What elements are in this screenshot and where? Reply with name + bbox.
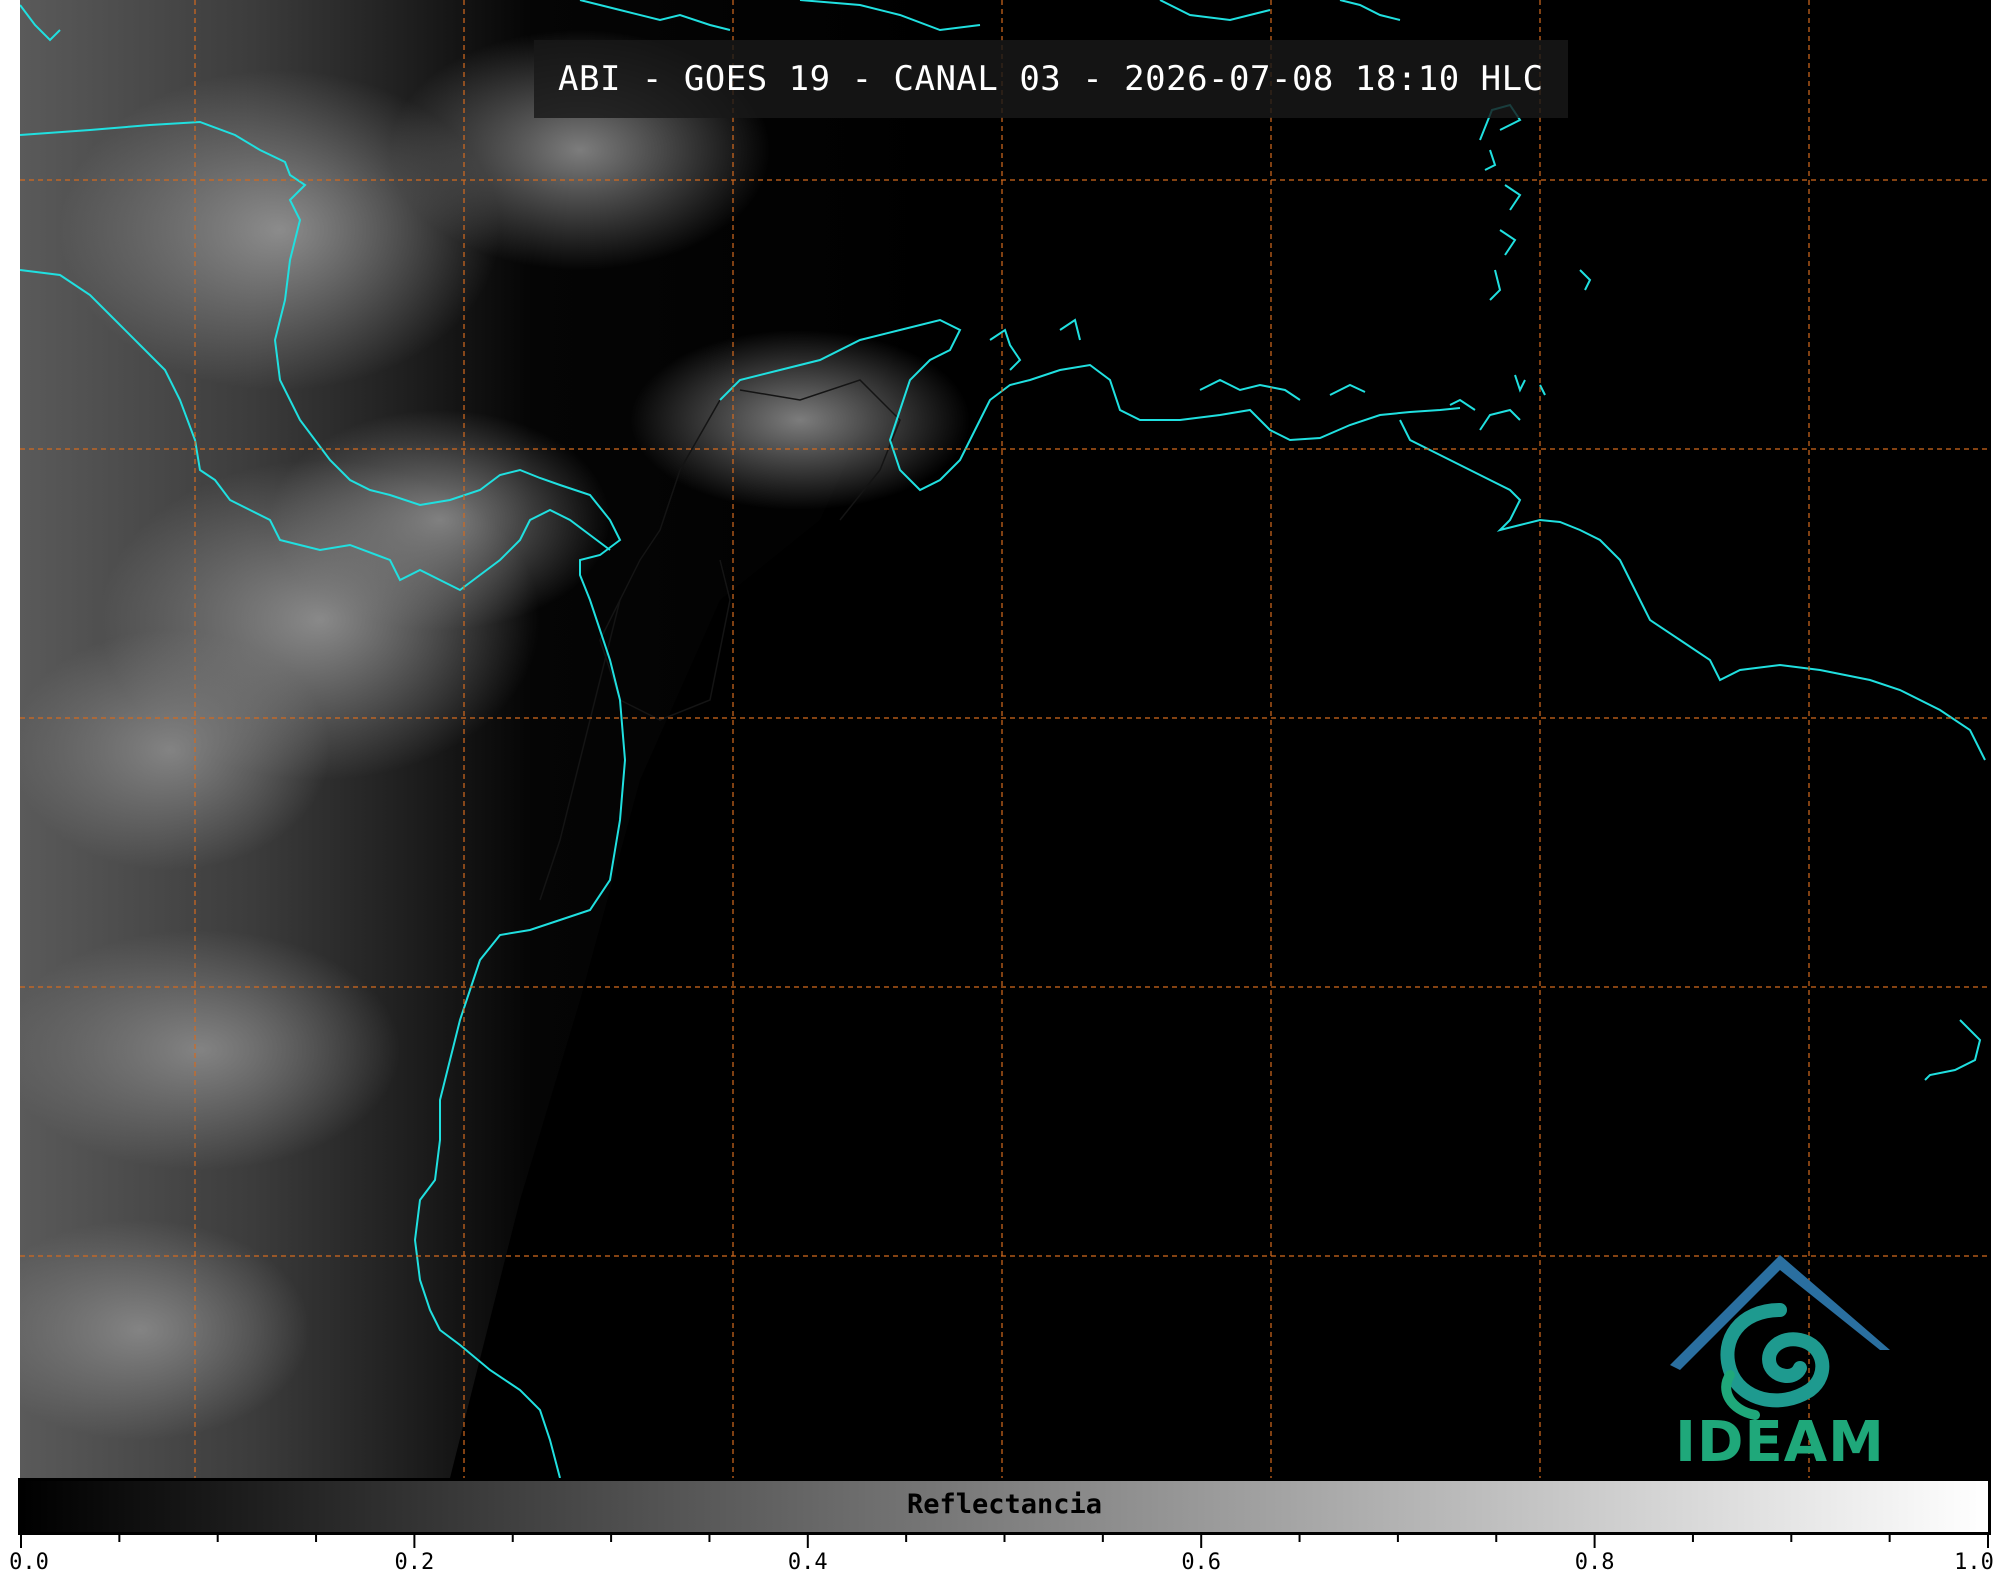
colorbar-tick-label: 0.8 <box>1574 1550 1615 1575</box>
colorbar-tick-label: 0.0 <box>9 1550 49 1575</box>
ideam-logo-icon <box>1670 1255 1890 1420</box>
colorbar-tick-label: 0.6 <box>1181 1550 1222 1575</box>
colorbar-ticks <box>20 1532 1989 1548</box>
ideam-logo-text: IDEAM <box>1675 1410 1885 1475</box>
satellite-map[interactable]: ABI - GOES 19 - CANAL 03 - 2026-07-08 18… <box>20 0 1991 1478</box>
colorbar-label: Reflectancia <box>906 1489 1103 1520</box>
title-box: ABI - GOES 19 - CANAL 03 - 2026-07-08 18… <box>534 40 1568 118</box>
ideam-logo: IDEAM <box>1660 1250 1900 1475</box>
colorbar: Reflectancia <box>18 1478 1991 1535</box>
colorbar-tick-label: 1.0 <box>1954 1550 1994 1575</box>
colorbar-tick-label: 0.4 <box>787 1550 828 1575</box>
colorbar-tick-label: 0.2 <box>394 1550 435 1575</box>
map-title: ABI - GOES 19 - CANAL 03 - 2026-07-08 18… <box>558 59 1544 99</box>
